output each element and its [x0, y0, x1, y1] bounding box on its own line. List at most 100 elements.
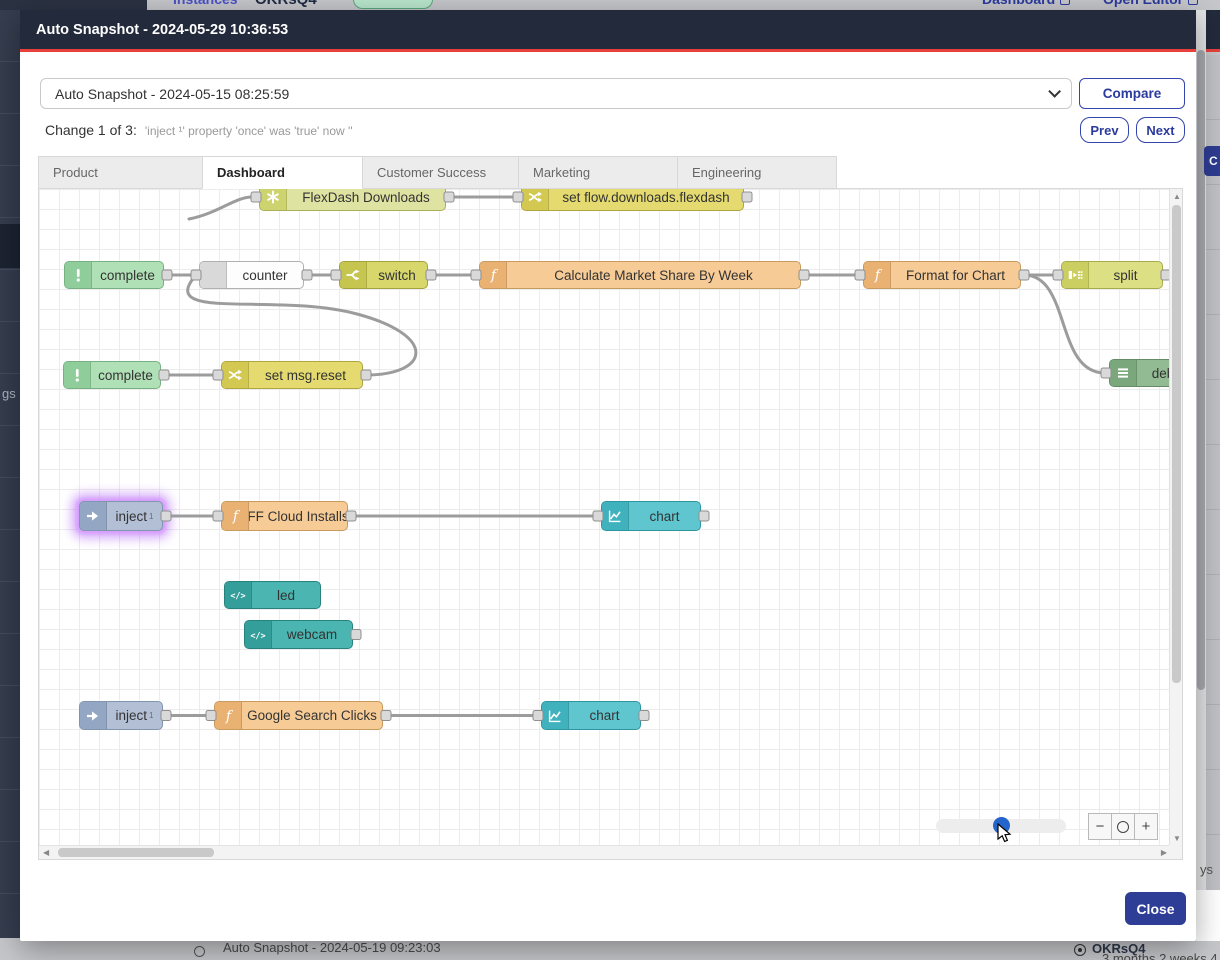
snapshot-select[interactable]: Auto Snapshot - 2024-05-15 08:25:59 [40, 78, 1072, 109]
flow-node-label: FF Cloud Installs [249, 502, 347, 530]
background-snapshot-row[interactable]: Auto Snapshot - 2024-05-19 09:23:03 [223, 940, 441, 955]
app-sidebar[interactable]: gs [0, 10, 20, 960]
flow-node-label: Format for Chart [891, 262, 1020, 288]
flow-node-label: complete [92, 262, 163, 288]
canvas-hscroll-thumb[interactable] [58, 848, 214, 857]
zoom-slider-thumb[interactable] [993, 817, 1010, 834]
compare-button[interactable]: Compare [1079, 78, 1185, 109]
flow-node-label: inject1 [107, 502, 162, 530]
zoom-controls: − + [1089, 813, 1158, 840]
flow-node-label: chart [569, 702, 640, 729]
flow-node-split[interactable]: split [1061, 261, 1163, 289]
flow-nodes-layer: FlexDash Downloads set flow.downloads.fle… [39, 189, 1182, 859]
sidebar-item-label-fragment: gs [2, 386, 16, 401]
scrollbar-corner [1169, 845, 1182, 859]
flow-node-label: counter [227, 262, 303, 288]
canvas-vscroll-thumb[interactable] [1172, 205, 1181, 683]
page-scrollbar-thumb[interactable] [1197, 50, 1205, 690]
canvas-vertical-scrollbar[interactable]: ▲ ▼ [1169, 189, 1182, 847]
scroll-left-icon[interactable]: ◀ [43, 849, 49, 857]
topbar-corner [0, 0, 147, 10]
scroll-down-icon[interactable]: ▼ [1173, 835, 1181, 843]
next-button[interactable]: Next [1136, 117, 1185, 143]
zoom-reset-button[interactable] [1111, 813, 1135, 840]
arrow-icon [80, 502, 107, 530]
split-icon [1062, 262, 1089, 288]
tab-customer-success[interactable]: Customer Success [362, 156, 519, 189]
flow-node-label: switch [367, 262, 427, 288]
flow-node-complete-1[interactable]: complete [64, 261, 164, 289]
arrow-icon [80, 702, 107, 729]
prev-button[interactable]: Prev [1080, 117, 1129, 143]
canvas-horizontal-scrollbar[interactable]: ◀ ▶ [39, 845, 1171, 859]
flow-node-google-search-clicks[interactable]: Google Search Clicks [214, 701, 383, 730]
background-table-fragment [1206, 55, 1220, 890]
tab-engineering[interactable]: Engineering [677, 156, 837, 189]
flow-node-label: webcam [272, 621, 352, 648]
zoom-reset-icon [1117, 821, 1129, 833]
flow-node-flexdash-downloads[interactable]: FlexDash Downloads [259, 188, 446, 211]
none-icon [200, 262, 227, 288]
flow-node-counter[interactable]: counter [199, 261, 304, 289]
background-duration-label: 3 months 2 weeks 4 days [1102, 951, 1220, 960]
external-link-icon [1060, 0, 1070, 5]
fn-icon [480, 262, 507, 288]
flow-node-label: Calculate Market Share By Week [507, 262, 800, 288]
background-header-fragment [1206, 10, 1220, 52]
page-bottom-strip: Auto Snapshot - 2024-05-19 09:23:03 OKRs… [0, 938, 1220, 960]
background-text-fragment: ys [1200, 862, 1213, 877]
zoom-in-button[interactable]: + [1134, 813, 1158, 840]
target-icon [1074, 944, 1086, 956]
nav-instances[interactable]: Instances [173, 0, 238, 7]
chartline-icon [542, 702, 569, 729]
flow-canvas[interactable]: FlexDash Downloads set flow.downloads.fle… [38, 188, 1183, 860]
snapshot-dialog: Auto Snapshot - 2024-05-29 10:36:53 Auto… [20, 10, 1196, 941]
topbar-open-editor-button[interactable]: Open Editor [1103, 0, 1198, 7]
sidebar-active-item[interactable] [0, 224, 20, 268]
tab-dashboard[interactable]: Dashboard [202, 156, 363, 189]
instance-name: OKRsQ4 [255, 0, 317, 8]
shuffle-icon [522, 188, 549, 210]
flow-node-label: complete [91, 362, 160, 388]
flow-node-label: Google Search Clicks [242, 702, 382, 729]
scroll-right-icon[interactable]: ▶ [1161, 849, 1167, 857]
flow-node-switch[interactable]: switch [339, 261, 428, 289]
flow-node-complete-2[interactable]: complete [63, 361, 161, 389]
zoom-out-button[interactable]: − [1088, 813, 1112, 840]
change-counter-label: Change 1 of 3: [45, 122, 137, 138]
flow-node-chart-2[interactable]: chart [541, 701, 641, 730]
flow-node-ff-cloud-installs[interactable]: FF Cloud Installs [221, 501, 348, 531]
flow-node-label: split [1089, 262, 1162, 288]
flow-node-inject-2[interactable]: inject1 [79, 701, 163, 730]
flow-node-calculate-market-share[interactable]: Calculate Market Share By Week [479, 261, 801, 289]
tab-marketing[interactable]: Marketing [518, 156, 678, 189]
flow-node-format-for-chart[interactable]: Format for Chart [863, 261, 1021, 289]
fn-icon [222, 502, 249, 530]
fork-icon [340, 262, 367, 288]
change-detail-text: 'inject ¹' property 'once' was 'true' no… [145, 124, 353, 138]
flow-node-label: FlexDash Downloads [287, 188, 445, 210]
fn-icon [215, 702, 242, 729]
background-compare-button-fragment[interactable]: C [1204, 146, 1220, 176]
fn-icon [864, 262, 891, 288]
topbar-dashboard-button[interactable]: Dashboard [982, 0, 1070, 7]
flow-node-label: set flow.downloads.flexdash [549, 188, 743, 210]
flow-node-chart-1[interactable]: chart [601, 501, 701, 531]
list-icon [1110, 360, 1137, 386]
flow-node-led[interactable]: led [224, 581, 321, 609]
clock-icon [194, 946, 205, 957]
zoom-slider[interactable] [936, 819, 1066, 833]
flow-node-webcam[interactable]: webcam [244, 620, 353, 649]
flow-node-set-flow-downloads-flexdash[interactable]: set flow.downloads.flexdash [521, 188, 744, 211]
code-icon [245, 621, 272, 648]
flow-node-label: inject1 [107, 702, 162, 729]
close-button[interactable]: Close [1125, 892, 1186, 925]
exclaim-icon [64, 362, 91, 388]
flow-node-inject-1[interactable]: inject1 [79, 501, 163, 531]
tab-product[interactable]: Product [38, 156, 203, 189]
flow-node-set-msg-reset[interactable]: set msg.reset [221, 361, 363, 389]
exclaim-icon [65, 262, 92, 288]
scroll-up-icon[interactable]: ▲ [1173, 193, 1181, 201]
asterisk-icon [260, 188, 287, 210]
page: Instances OKRsQ4 Dashboard Open Editor g… [0, 0, 1220, 960]
